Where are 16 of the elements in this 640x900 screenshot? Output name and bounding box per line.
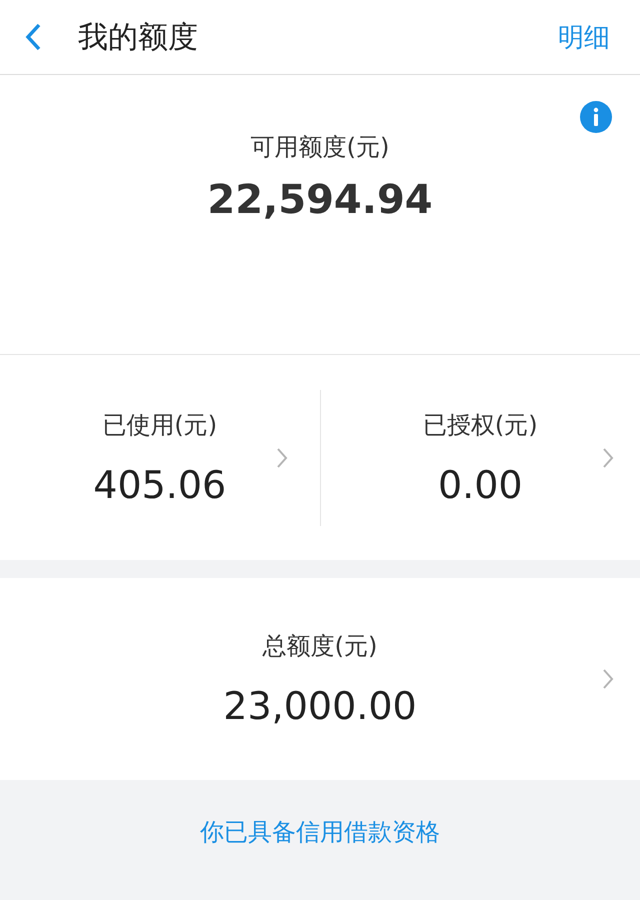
page-title: 我的额度 <box>78 18 199 56</box>
stat-amount: 405.06 <box>93 462 226 506</box>
credit-eligibility-link[interactable]: 你已具备信用借款资格 <box>200 816 440 846</box>
available-amount: 22,594.94 <box>207 177 433 223</box>
total-label: 总额度(元) <box>262 631 378 662</box>
total-amount: 23,000.00 <box>223 684 417 728</box>
available-label: 可用额度(元) <box>250 132 390 163</box>
stat-amount: 0.00 <box>438 462 523 506</box>
info-icon[interactable] <box>580 101 612 133</box>
back-icon[interactable] <box>24 22 42 52</box>
stat-label: 已授权(元) <box>422 410 538 440</box>
chevron-right-icon <box>276 446 288 468</box>
chevron-right-icon <box>602 446 614 468</box>
details-link[interactable]: 明细 <box>558 20 610 54</box>
chevron-right-icon <box>602 668 614 690</box>
stat-label: 已使用(元) <box>102 410 218 440</box>
